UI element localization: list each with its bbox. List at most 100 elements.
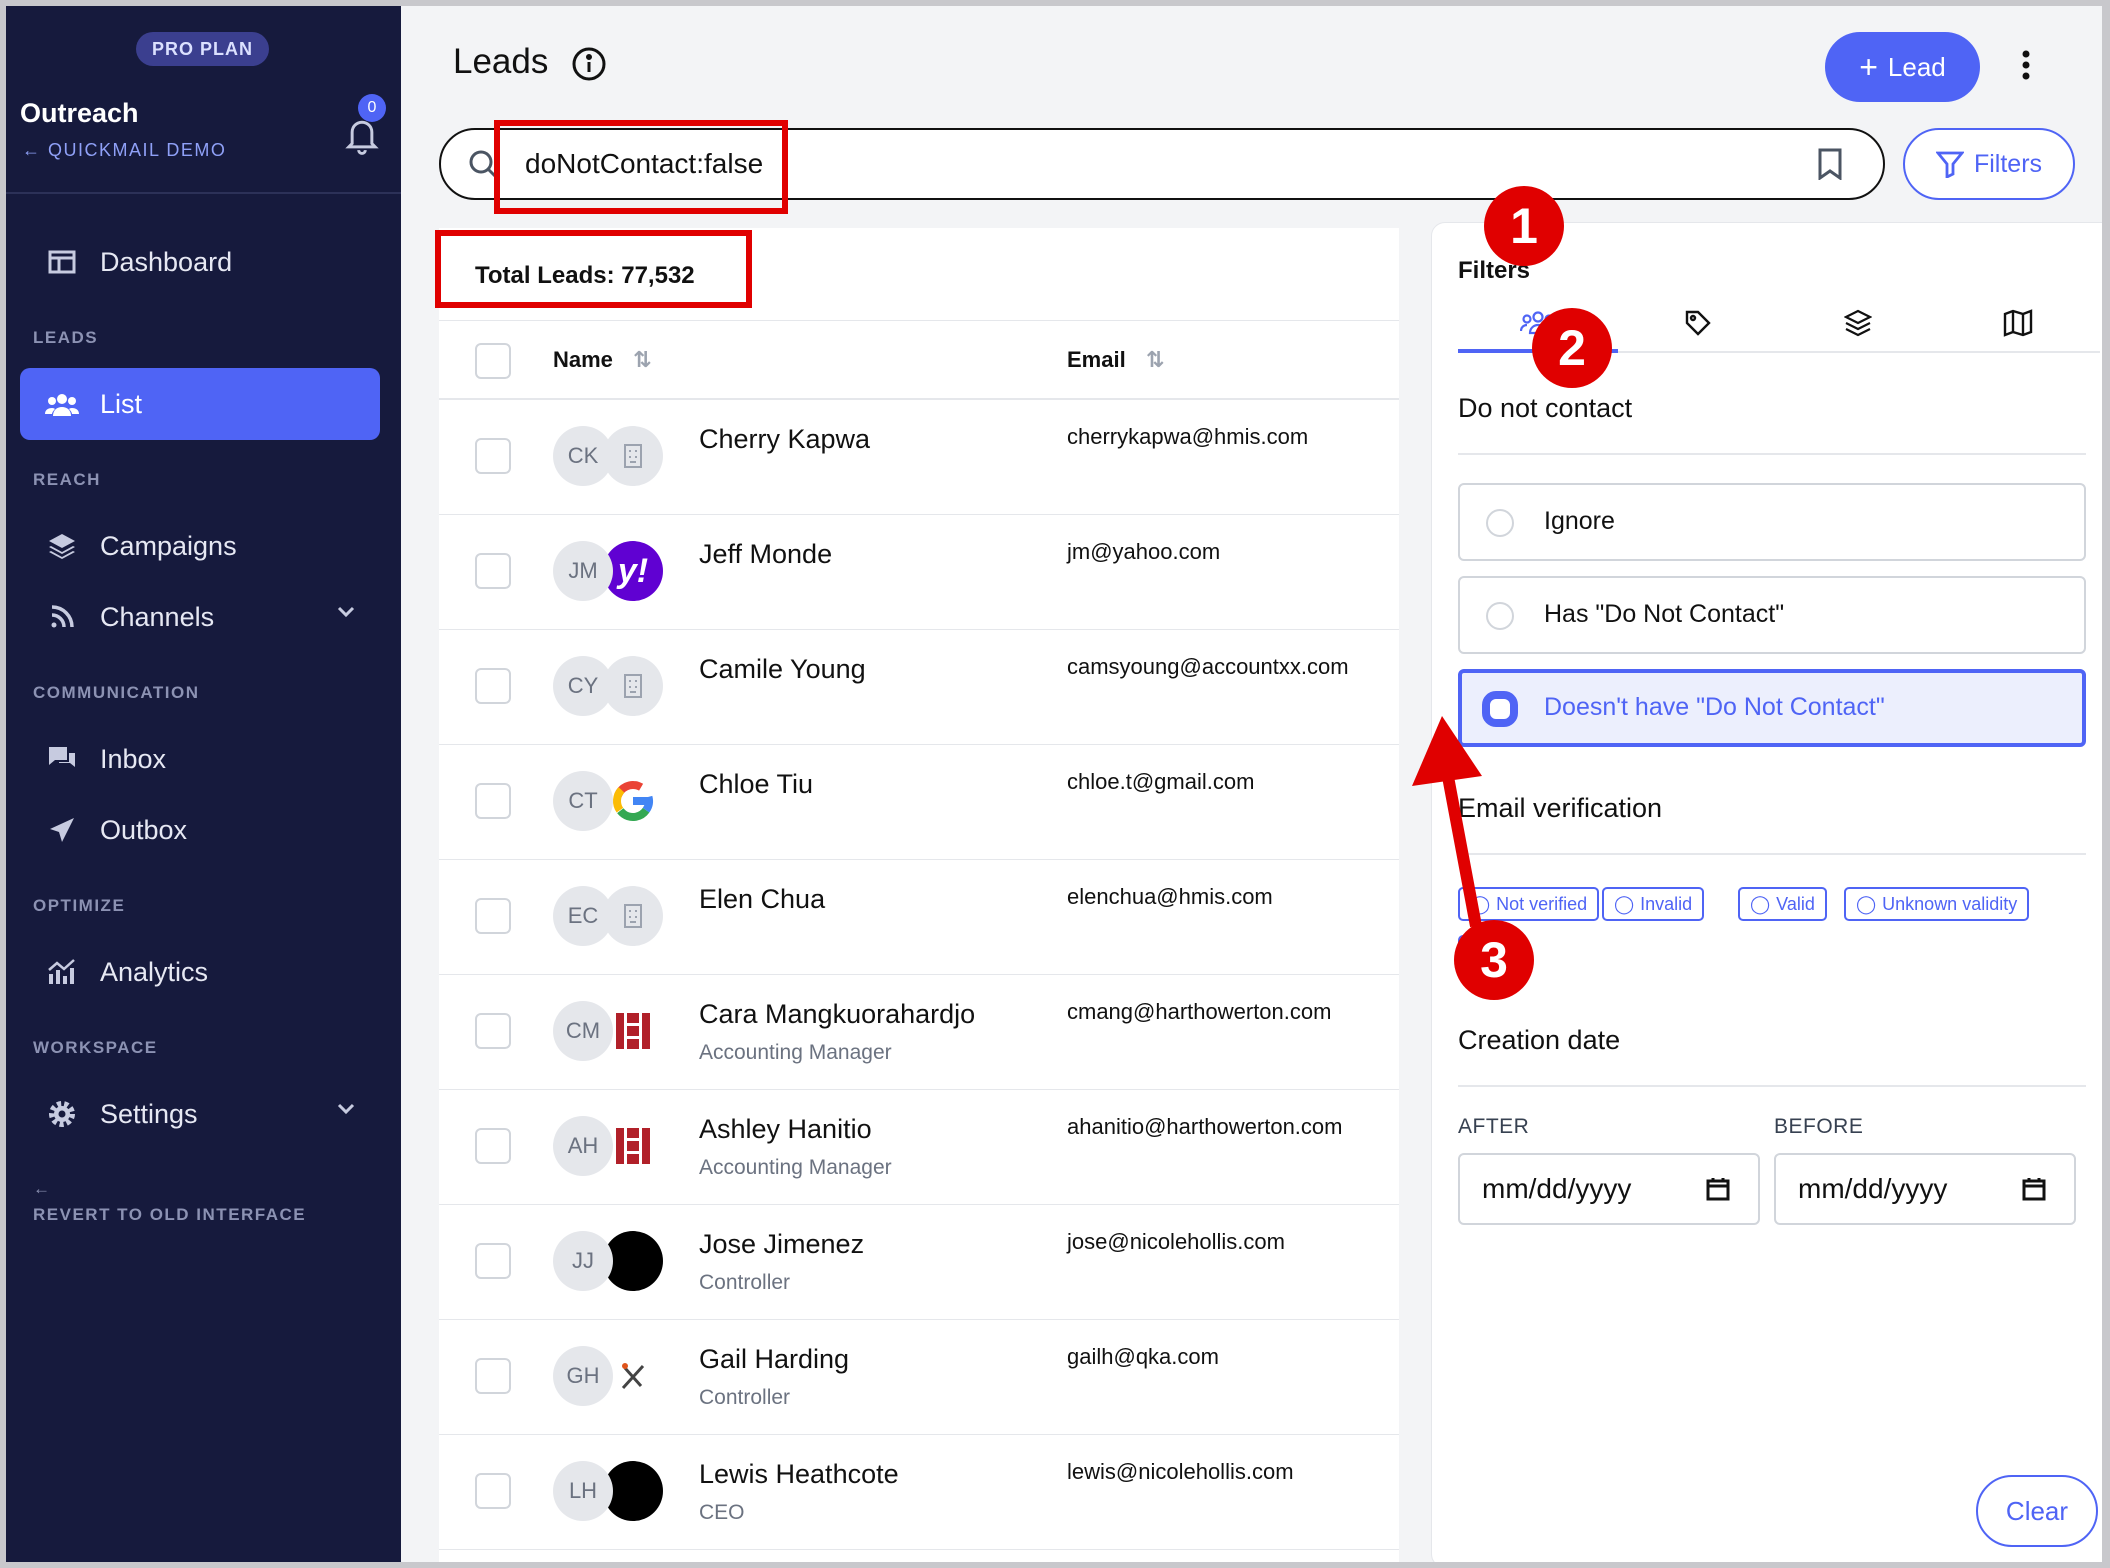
filters-button[interactable]: Filters [1903, 128, 2075, 200]
sidebar-item-campaigns[interactable]: Campaigns [20, 510, 380, 582]
lead-name[interactable]: Jeff Monde [699, 539, 832, 570]
info-icon[interactable] [571, 46, 607, 82]
add-lead-button[interactable]: + Lead [1825, 32, 1980, 102]
sidebar-item-dashboard[interactable]: Dashboard [20, 226, 380, 298]
lead-name[interactable]: Chloe Tiu [699, 769, 813, 800]
column-label: Email [1067, 347, 1126, 372]
section-label-communication: COMMUNICATION [33, 683, 200, 702]
sidebar-item-settings[interactable]: Settings [20, 1078, 380, 1150]
sort-icon[interactable]: ⇅ [633, 347, 651, 372]
row-checkbox[interactable] [475, 1128, 511, 1164]
sidebar-item-inbox[interactable]: Inbox [20, 723, 380, 795]
table-row[interactable]: CT Chloe Tiu chloe.t@gmail.com [439, 745, 1399, 860]
option-ignore[interactable]: Ignore [1458, 483, 2086, 561]
option-doesnt-have-do-not-contact[interactable]: Doesn't have "Do Not Contact" [1458, 669, 2086, 747]
back-to-workspace-link[interactable]: ← QUICKMAIL DEMO [22, 140, 226, 161]
tag-invalid[interactable]: ◯ Invalid [1602, 887, 1705, 921]
tab-map-filters[interactable] [1938, 303, 2098, 353]
option-label: Doesn't have "Do Not Contact" [1544, 693, 1885, 721]
lead-name[interactable]: Elen Chua [699, 884, 825, 915]
date-placeholder: mm/dd/yyyy [1482, 1173, 1632, 1204]
lead-email: chloe.t@gmail.com [1067, 769, 1255, 794]
annotation-marker-3: 3 [1454, 920, 1534, 1000]
table-row[interactable]: CK Cherry Kapwa cherrykapwa@hmis.com [439, 400, 1399, 515]
lead-title: Accounting Manager [699, 1156, 892, 1179]
lead-name[interactable]: Lewis Heathcote [699, 1459, 899, 1490]
lead-name[interactable]: Jose Jimenez [699, 1229, 864, 1260]
sidebar-item-label: Dashboard [100, 246, 233, 277]
section-label-leads: LEADS [33, 328, 99, 347]
column-header-name[interactable]: Name ⇅ [553, 347, 651, 373]
sidebar-item-label: Settings [100, 1098, 198, 1129]
option-label: Has "Do Not Contact" [1544, 600, 1785, 628]
table-row[interactable]: AH Ashley Hanitio Accounting Manager ahanit… [439, 1090, 1399, 1205]
row-checkbox[interactable] [475, 1358, 511, 1394]
avatar: JM [553, 541, 613, 601]
row-checkbox[interactable] [475, 898, 511, 934]
table-row[interactable]: GH Gail Harding Controller gailh@qka.com [439, 1320, 1399, 1435]
tab-campaign-filters[interactable] [1778, 303, 1938, 353]
row-checkbox[interactable] [475, 783, 511, 819]
tab-tag-filters[interactable] [1618, 303, 1778, 353]
chevron-down-icon[interactable] [336, 605, 356, 619]
lead-title: Controller [699, 1386, 791, 1409]
more-options-icon[interactable] [2021, 50, 2031, 80]
plan-badge: PRO PLAN [136, 32, 270, 66]
tag-label: Unknown validity [1882, 893, 2018, 914]
lead-name[interactable]: Cherry Kapwa [699, 424, 870, 455]
table-row[interactable]: CM Cara Mangkuorahardjo Accounting Manager… [439, 975, 1399, 1090]
lead-name[interactable]: Ashley Hanitio [699, 1114, 872, 1145]
after-date-input[interactable]: mm/dd/yyyy [1458, 1153, 1760, 1225]
table-header: Name ⇅ Email ⇅ [439, 320, 1399, 400]
revert-to-old-interface-link[interactable]: ← REVERT TO OLD INTERFACE [33, 1176, 306, 1228]
revert-label: REVERT TO OLD INTERFACE [33, 1205, 307, 1224]
column-header-email[interactable]: Email ⇅ [1067, 347, 1164, 373]
row-checkbox[interactable] [475, 438, 511, 474]
table-row[interactable]: y! JM Jeff Monde jm@yahoo.com [439, 515, 1399, 630]
after-label: AFTER [1458, 1115, 1530, 1138]
before-label: BEFORE [1774, 1115, 1864, 1138]
lead-title: Accounting Manager [699, 1041, 892, 1064]
select-all-checkbox[interactable] [475, 343, 511, 379]
tag-icon: ◯ [1614, 893, 1635, 914]
clear-filters-button[interactable]: Clear [1976, 1475, 2098, 1547]
layers-icon [44, 530, 80, 562]
option-has-do-not-contact[interactable]: Has "Do Not Contact" [1458, 576, 2086, 654]
sidebar-item-outbox[interactable]: Outbox [20, 794, 380, 866]
section-label-reach: REACH [33, 470, 101, 489]
chat-icon [44, 743, 80, 775]
tag-unknown-validity[interactable]: ◯ Unknown validity [1844, 887, 2030, 921]
table-row[interactable]: EC Elen Chua elenchua@hmis.com [439, 860, 1399, 975]
table-row[interactable]: JJ Jose Jimenez Controller jose@nicoleholli… [439, 1205, 1399, 1320]
row-checkbox[interactable] [475, 1473, 511, 1509]
table-row[interactable]: LH Lewis Heathcote CEO lewis@nicolehollis.c… [439, 1435, 1399, 1550]
lead-name[interactable]: Gail Harding [699, 1344, 849, 1375]
row-checkbox[interactable] [475, 553, 511, 589]
radio-button[interactable] [1486, 509, 1514, 537]
bookmark-icon[interactable] [1817, 148, 1843, 180]
row-checkbox[interactable] [475, 1243, 511, 1279]
sidebar-item-channels[interactable]: Channels [20, 581, 380, 653]
sidebar-item-label: Inbox [100, 743, 167, 774]
lead-name[interactable]: Camile Young [699, 654, 866, 685]
lead-name[interactable]: Cara Mangkuorahardjo [699, 999, 975, 1030]
creation-date-heading: Creation date [1458, 1025, 1621, 1055]
tag-valid[interactable]: ◯ Valid [1738, 887, 1827, 921]
avatar: GH [553, 1346, 613, 1406]
sort-icon[interactable]: ⇅ [1146, 347, 1164, 372]
annotation-highlight-search-query [494, 120, 788, 214]
calendar-icon[interactable] [2022, 1177, 2046, 1201]
sidebar-item-analytics[interactable]: Analytics [20, 936, 380, 1008]
calendar-icon[interactable] [1706, 1177, 1730, 1201]
row-checkbox[interactable] [475, 1013, 511, 1049]
row-checkbox[interactable] [475, 668, 511, 704]
chevron-down-icon[interactable] [336, 1102, 356, 1116]
radio-button[interactable] [1486, 602, 1514, 630]
sidebar-item-list[interactable]: List [20, 368, 380, 440]
sidebar-divider [6, 192, 401, 194]
avatar: EC [553, 886, 613, 946]
before-date-input[interactable]: mm/dd/yyyy [1774, 1153, 2076, 1225]
avatar: CK [553, 426, 613, 486]
annotation-arrow [1412, 716, 1482, 928]
table-row[interactable]: CY Camile Young camsyoung@accountxx.com [439, 630, 1399, 745]
